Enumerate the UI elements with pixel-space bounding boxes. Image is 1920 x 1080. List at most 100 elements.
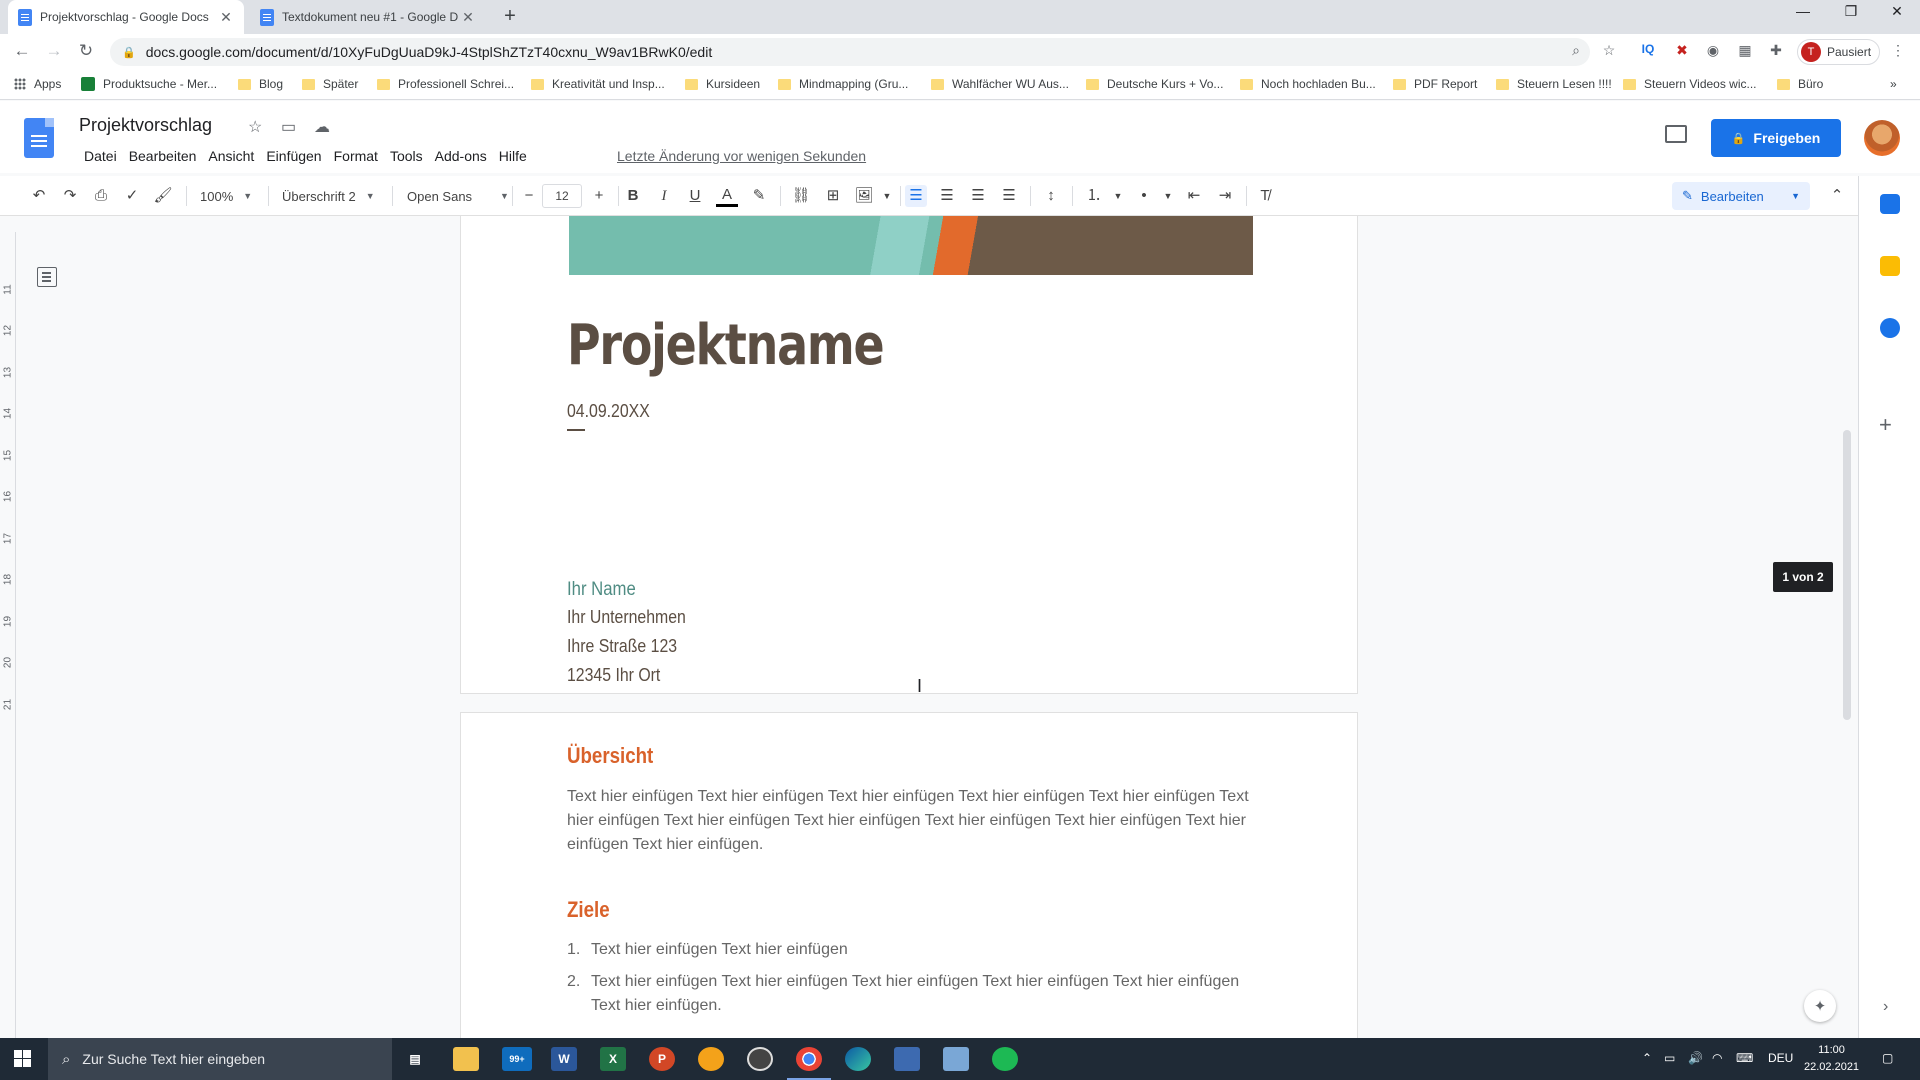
bulleted-list-icon[interactable]: • <box>1133 185 1155 207</box>
share-button[interactable]: 🔒 Freigeben <box>1711 119 1841 157</box>
add-comment-icon[interactable]: ⊞ <box>822 185 844 207</box>
add-addon-icon[interactable]: + <box>1879 412 1892 438</box>
zoom-select[interactable]: 100% ▼ <box>200 185 252 207</box>
menu-bearbeiten[interactable]: Bearbeiten <box>123 148 203 164</box>
profile-button[interactable]: T Pausiert <box>1797 39 1880 65</box>
calendar-icon[interactable] <box>1880 194 1900 214</box>
italic-icon[interactable]: I <box>653 185 675 207</box>
chevron-right-icon[interactable]: › <box>1883 998 1888 1016</box>
chevron-down-icon[interactable]: ▼ <box>876 185 898 207</box>
excel-icon[interactable]: X <box>600 1047 626 1071</box>
link-icon[interactable]: ⛓ <box>790 185 812 207</box>
bookmark-star-icon[interactable]: ☆ <box>1598 42 1620 59</box>
docs-home-icon[interactable] <box>24 118 54 158</box>
bookmarks-overflow-button[interactable]: » <box>1890 77 1897 91</box>
font-select[interactable]: Open Sans ▼ <box>407 185 509 207</box>
line-spacing-icon[interactable]: ↕ <box>1040 185 1062 207</box>
project-title[interactable]: Projektname <box>567 313 885 378</box>
vertical-scrollbar[interactable] <box>1843 430 1851 720</box>
author-name[interactable]: Ihr Name <box>567 579 636 601</box>
word-icon[interactable]: W <box>551 1047 577 1071</box>
goals-heading[interactable]: Ziele <box>567 897 610 923</box>
tab-projektvorschlag[interactable]: Projektvorschlag - Google Docs ✕ <box>8 0 244 34</box>
volume-icon[interactable]: 🔊 <box>1688 1051 1703 1065</box>
align-left-icon[interactable]: ☰ <box>905 185 927 207</box>
bookmark-item[interactable]: Professionell Schrei... <box>377 77 514 91</box>
cloud-status-icon[interactable]: ☁ <box>314 117 330 137</box>
keyboard-icon[interactable]: ⌨ <box>1736 1051 1753 1065</box>
list-item[interactable]: 1. Text hier einfügen Text hier einfügen <box>567 938 1251 962</box>
increase-font-size-icon[interactable]: + <box>588 185 610 207</box>
menu-addons[interactable]: Add-ons <box>429 148 493 164</box>
bookmark-item[interactable]: PDF Report <box>1393 77 1477 91</box>
language-indicator[interactable]: DEU <box>1768 1051 1793 1065</box>
bookmark-item[interactable]: Noch hochladen Bu... <box>1240 77 1376 91</box>
redo-icon[interactable]: ↷ <box>59 185 81 207</box>
tasks-icon[interactable] <box>1880 318 1900 338</box>
zoom-icon[interactable]: ⌕ <box>1565 42 1587 59</box>
close-icon[interactable]: ✕ <box>460 9 476 26</box>
chevron-down-icon[interactable]: ▼ <box>1157 185 1179 207</box>
restore-button[interactable]: ❐ <box>1828 3 1874 20</box>
file-explorer-icon[interactable] <box>453 1047 479 1071</box>
app-icon[interactable] <box>894 1047 920 1071</box>
paragraph-style-select[interactable]: Überschrift 2 ▼ <box>282 185 375 207</box>
overview-text[interactable]: Text hier einfügen Text hier einfügen Te… <box>567 785 1257 857</box>
forward-icon[interactable]: → <box>42 41 66 63</box>
url-input[interactable]: 🔒 docs.google.com/document/d/10XyFuDgUua… <box>110 38 1590 66</box>
paint-format-icon[interactable]: 🖌 <box>152 185 174 207</box>
bookmark-item[interactable]: Später <box>302 77 358 91</box>
menu-tools[interactable]: Tools <box>384 148 429 164</box>
bookmark-item[interactable]: Blog <box>238 77 283 91</box>
spotify-icon[interactable] <box>992 1047 1018 1071</box>
spellcheck-icon[interactable]: ✓ <box>121 185 143 207</box>
increase-indent-icon[interactable]: ⇥ <box>1214 185 1236 207</box>
list-item[interactable]: 2. Text hier einfügen Text hier einfügen… <box>567 970 1251 1018</box>
bookmark-item[interactable]: Deutsche Kurs + Vo... <box>1086 77 1223 91</box>
font-size-input[interactable]: 12 <box>542 184 582 208</box>
chevron-down-icon[interactable]: ▼ <box>1107 185 1129 207</box>
battery-icon[interactable]: ▭ <box>1664 1051 1675 1065</box>
explore-icon[interactable]: ✦ <box>1804 990 1836 1022</box>
print-icon[interactable]: ⎙ <box>90 185 112 207</box>
app-icon[interactable] <box>698 1047 724 1071</box>
bold-icon[interactable]: B <box>622 185 644 207</box>
new-tab-button[interactable]: + <box>498 5 522 28</box>
menu-format[interactable]: Format <box>328 148 384 164</box>
menu-hilfe[interactable]: Hilfe <box>493 148 533 164</box>
extension-circle-icon[interactable]: ◉ <box>1702 42 1724 59</box>
bookmark-item[interactable]: Büro <box>1777 77 1823 91</box>
mail-icon[interactable]: 99+ <box>502 1047 532 1071</box>
back-icon[interactable]: ← <box>10 41 34 63</box>
app-icon[interactable] <box>747 1047 773 1071</box>
comments-icon[interactable] <box>1665 125 1687 143</box>
avatar[interactable] <box>1864 120 1900 156</box>
taskbar-search-input[interactable]: ⌕ Zur Suche Text hier eingeben <box>48 1038 392 1080</box>
hide-menus-chevron-up-icon[interactable]: ⌃ <box>1826 185 1848 207</box>
bookmark-item[interactable]: Mindmapping (Gru... <box>778 77 908 91</box>
last-edit-link[interactable]: Letzte Änderung vor wenigen Sekunden <box>617 148 866 164</box>
task-view-icon[interactable]: ▤ <box>402 1047 428 1071</box>
menu-ansicht[interactable]: Ansicht <box>202 148 260 164</box>
undo-icon[interactable]: ↶ <box>28 185 50 207</box>
document-workspace[interactable]: 2 1 1 2 3 4 5 6 7 8 9 10 11 12 13 14 15 … <box>0 216 1858 1038</box>
bookmark-apps[interactable]: Apps <box>14 77 61 91</box>
menu-einfuegen[interactable]: Einfügen <box>260 148 327 164</box>
close-window-button[interactable]: ✕ <box>1874 3 1920 20</box>
editing-mode-select[interactable]: ✎ Bearbeiten ▼ <box>1672 182 1810 210</box>
project-date[interactable]: 04.09.20XX <box>567 401 650 422</box>
app-icon[interactable] <box>943 1047 969 1071</box>
street-address[interactable]: Ihre Straße 123 <box>567 636 677 657</box>
clear-formatting-icon[interactable]: T̸ <box>1254 185 1276 207</box>
document-outline-icon[interactable] <box>37 267 57 287</box>
justify-icon[interactable]: ☰ <box>998 185 1020 207</box>
underline-icon[interactable]: U <box>684 185 706 207</box>
move-folder-icon[interactable]: ▭ <box>281 117 296 137</box>
bookmark-item[interactable]: Kreativität und Insp... <box>531 77 665 91</box>
extension-iq-icon[interactable]: IQ <box>1637 42 1659 56</box>
bookmark-item[interactable]: Kursideen <box>685 77 760 91</box>
wifi-icon[interactable]: ◠ <box>1712 1051 1722 1065</box>
edge-icon[interactable] <box>845 1047 871 1071</box>
bookmark-item[interactable]: Steuern Lesen !!!! <box>1496 77 1612 91</box>
decrease-font-size-icon[interactable]: − <box>518 185 540 207</box>
